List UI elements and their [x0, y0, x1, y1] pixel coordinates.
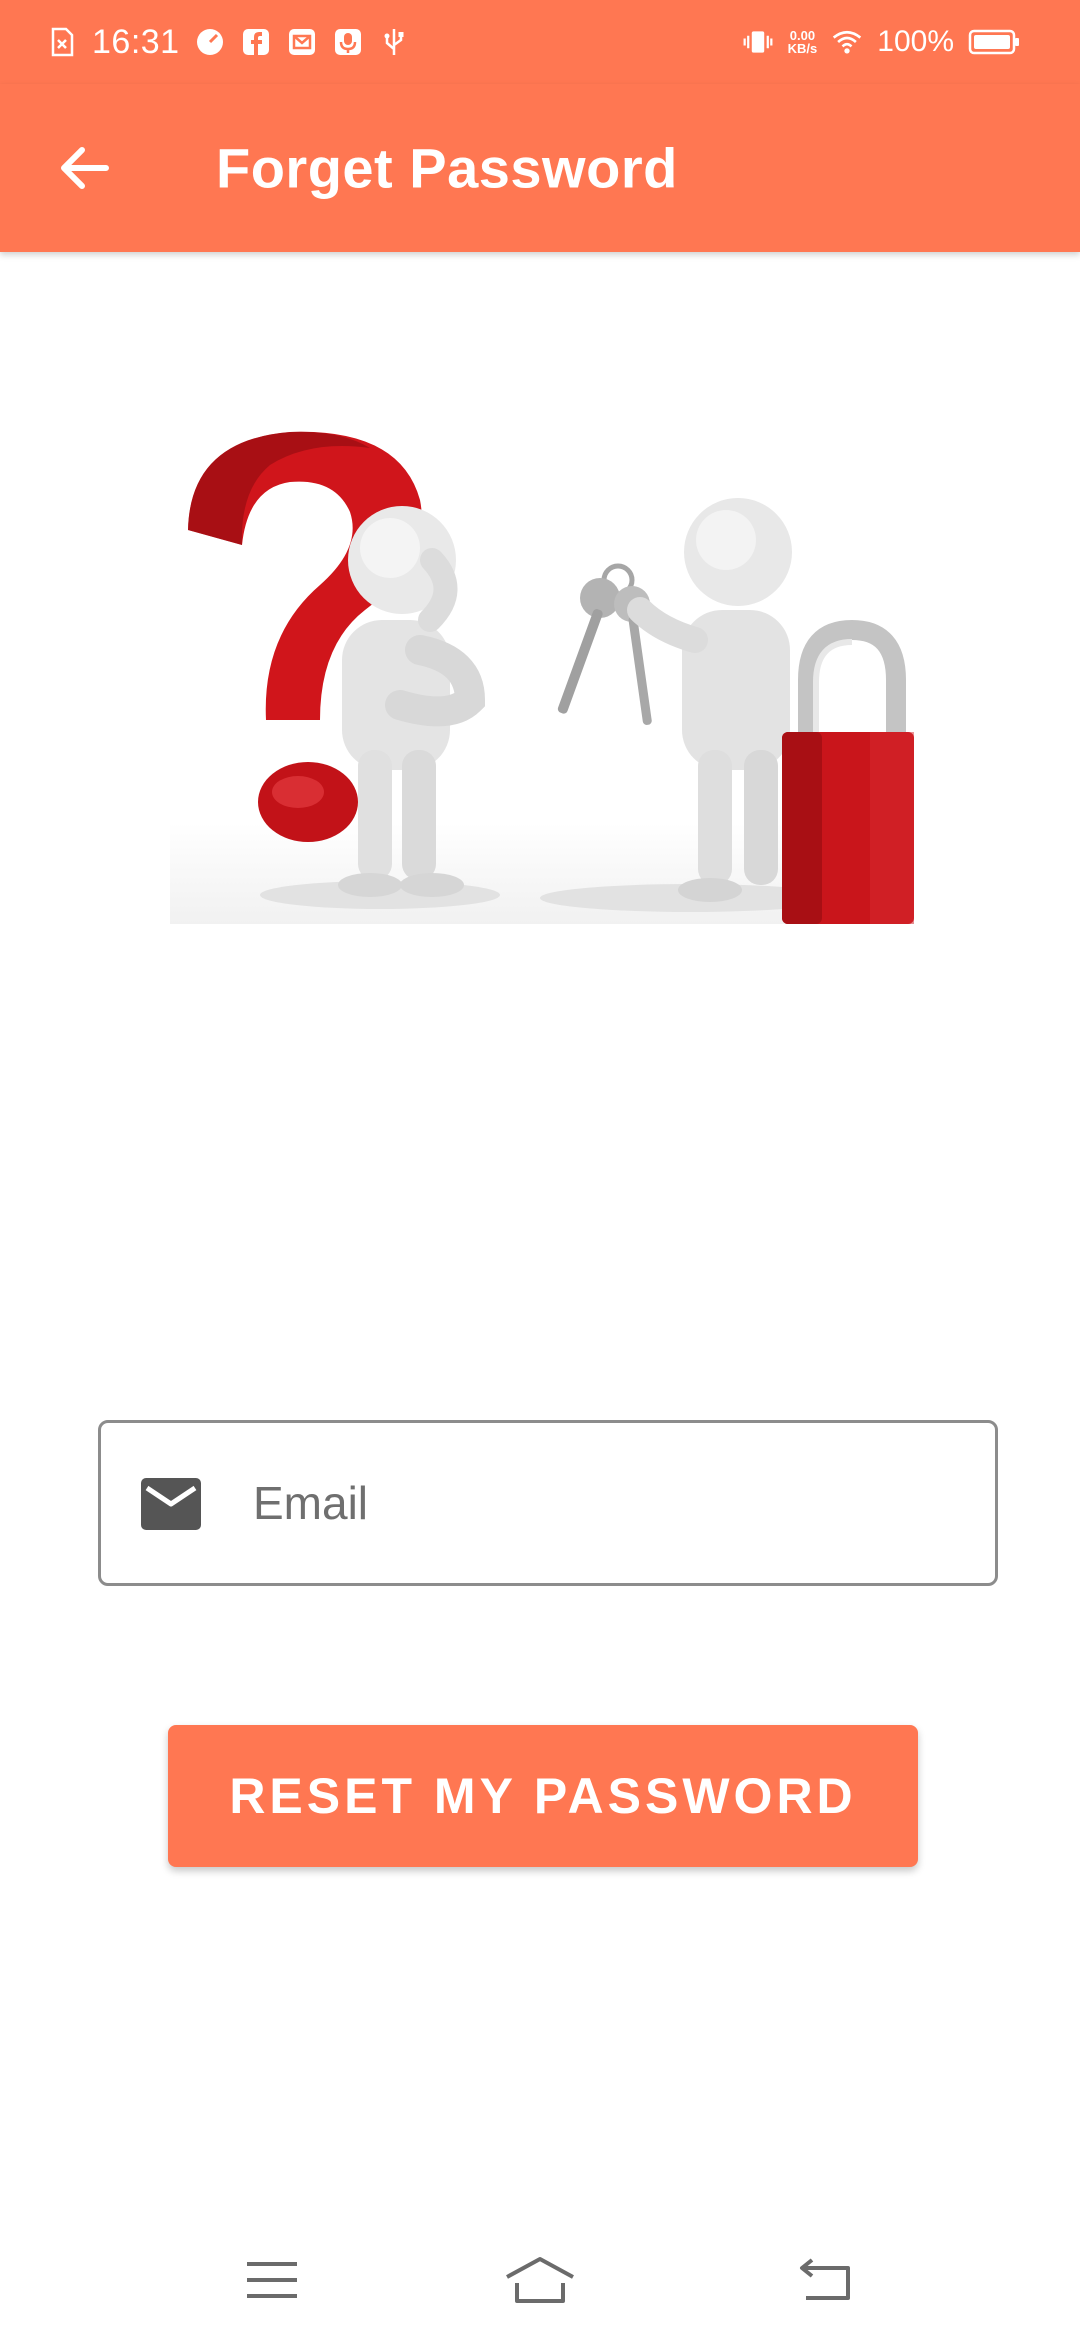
network-speed-unit: KB/s: [787, 41, 818, 56]
home-icon: [506, 2257, 574, 2303]
mail-icon: [141, 1478, 201, 1530]
back-button[interactable]: [42, 126, 126, 210]
padlock-shape: [782, 619, 914, 924]
email-field[interactable]: [98, 1420, 998, 1586]
sim-card-icon: [46, 26, 78, 58]
speedometer-icon: [194, 26, 226, 58]
email-input[interactable]: [251, 1423, 971, 1583]
status-bar: 16:31 0.00 KB/s 100%: [0, 0, 1080, 84]
recent-apps-button[interactable]: [232, 2250, 312, 2310]
facebook-icon: [240, 26, 272, 58]
app-bar: Forget Password: [0, 84, 1080, 252]
app-screen: 16:31 0.00 KB/s 100% Forget Password Ema…: [0, 0, 1080, 2340]
system-back-button[interactable]: [784, 2250, 864, 2310]
gmail-icon: [286, 26, 318, 58]
navigation-bar: [0, 2220, 1080, 2340]
arrow-back-icon: [61, 147, 109, 189]
status-right: 0.00 KB/s 100%: [742, 25, 1020, 59]
network-speed: 0.00 KB/s: [788, 29, 818, 55]
wifi-icon: [831, 26, 863, 58]
forgot-password-illustration: [170, 420, 914, 924]
menu-icon: [247, 2262, 297, 2298]
back-icon: [800, 2258, 850, 2300]
voice-recorder-icon: [332, 26, 364, 58]
status-time: 16:31: [92, 22, 180, 61]
usb-icon: [378, 26, 410, 58]
key-holder-figure: [627, 498, 792, 902]
thinking-figure: [338, 506, 486, 897]
battery-icon: [968, 26, 1020, 58]
reset-password-button[interactable]: RESET MY PASSWORD: [168, 1725, 918, 1867]
status-left: 16:31: [46, 23, 410, 62]
vibrate-icon: [742, 26, 774, 58]
home-button[interactable]: [500, 2250, 580, 2310]
keys-shape: [557, 563, 652, 725]
page-title: Forget Password: [216, 136, 678, 200]
battery-percent: 100%: [877, 25, 954, 58]
